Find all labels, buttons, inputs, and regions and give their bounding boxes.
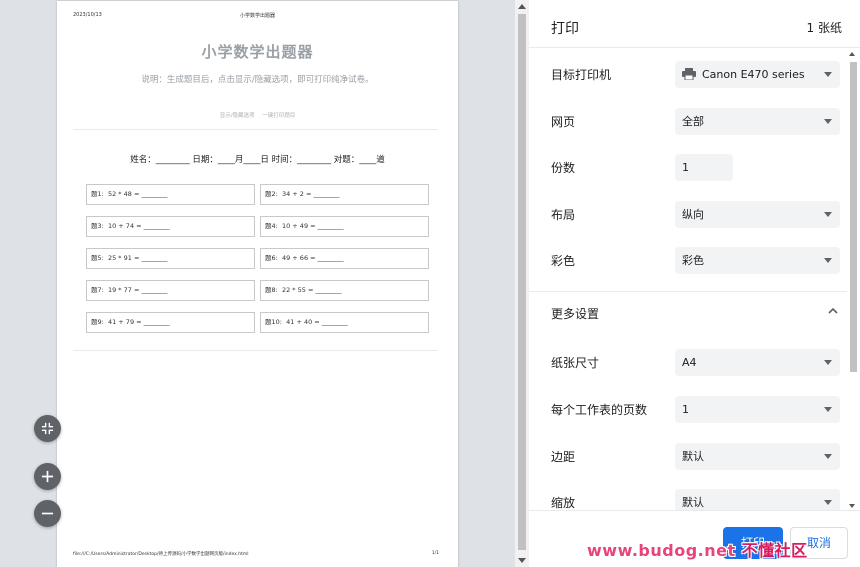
divider [73,350,438,351]
pages-select[interactable]: 全部 [675,108,840,135]
paper-size-label: 纸张尺寸 [551,356,600,370]
question-box: 题7: 19 * 77 = ________ [86,280,255,301]
question-box: 题5: 25 * 91 = ________ [86,248,255,269]
zoom-in-button[interactable] [34,463,61,490]
watermark-name: 不懂社区 [741,541,808,560]
student-info-line: 姓名：________ 日期：____月____日 时间：________ 对题… [130,155,385,165]
layout-label: 布局 [551,208,576,222]
more-settings-toggle[interactable]: 更多设置 [551,305,599,322]
pages-label: 网页 [551,115,576,129]
printer-icon [682,68,696,80]
pages-per-sheet-label: 每个工作表的页数 [551,403,648,417]
watermark-url: www.budog.net [587,541,736,560]
pages-per-sheet-select[interactable]: 1 [675,396,840,423]
color-label: 彩色 [551,254,576,268]
chevron-down-icon [824,500,832,505]
scroll-up-arrow-icon[interactable] [518,4,526,9]
minus-icon [41,512,54,515]
divider [529,47,860,48]
question-box: 题1: 52 * 48 = ________ [86,184,255,205]
color-value: 彩色 [682,254,704,267]
paper-size-value: A4 [682,356,697,369]
preview-page: 2023/10/13 小学数学出题器 小学数学出题器 说明：生成题目后，点击显示… [57,1,458,567]
scale-value: 默认 [682,496,704,509]
settings-scrollbar[interactable] [847,48,860,510]
destination-value: Canon E470 series [702,68,805,81]
pages-value: 全部 [682,115,704,128]
margins-select[interactable]: 默认 [675,443,840,470]
toggle-options-link: 显示/隐藏选项 [219,113,255,119]
print-title: 打印 [551,21,579,37]
layout-value: 纵向 [682,208,704,221]
scroll-down-arrow-icon[interactable] [518,558,526,563]
question-box: 题8: 22 * 55 = ________ [260,280,429,301]
zoom-out-button[interactable] [34,500,61,527]
chevron-down-icon [824,119,832,124]
print-settings-panel: 打印 1 张纸 目标打印机 Canon E470 series 网页 全部 份数… [529,0,860,567]
document-description: 说明：生成题目后，点击显示/隐藏选项，即可打印纯净试卷。 [141,75,374,85]
chevron-down-icon [824,258,832,263]
scroll-down-arrow-icon[interactable] [849,504,855,508]
margins-value: 默认 [682,450,704,463]
plus-icon [41,470,54,483]
scrollbar-thumb[interactable] [850,62,857,372]
pages-per-sheet-value: 1 [682,403,689,416]
layout-select[interactable]: 纵向 [675,201,840,228]
question-box: 题6: 49 + 66 = ________ [260,248,429,269]
document-title: 小学数学出题器 [201,43,314,61]
chevron-down-icon [824,360,832,365]
paper-size-select[interactable]: A4 [675,349,840,376]
preview-scrollbar[interactable] [515,0,529,567]
color-select[interactable]: 彩色 [675,247,840,274]
copies-input[interactable]: 1 [675,154,733,181]
chevron-down-icon [824,212,832,217]
site-watermark: www.budog.net 不懂社区 [587,537,808,561]
question-box: 题2: 34 + 2 = ________ [260,184,429,205]
print-preview-area: 2023/10/13 小学数学出题器 小学数学出题器 说明：生成题目后，点击显示… [0,0,515,567]
divider [73,129,438,130]
chevron-down-icon [824,454,832,459]
question-box: 题3: 10 + 74 = ________ [86,216,255,237]
page-footer-number: 1/1 [431,551,439,556]
divider [529,291,860,292]
chevron-down-icon [824,72,832,77]
print-questions-link: 一键打印题目 [262,113,296,119]
document-links: 显示/隐藏选项 一键打印题目 [57,111,458,119]
scale-label: 缩放 [551,496,576,510]
question-box: 题10: 41 + 40 = ________ [260,312,429,333]
chevron-up-icon[interactable] [828,307,838,314]
margins-label: 边距 [551,450,576,464]
fit-to-page-button[interactable] [34,415,61,442]
sheet-count: 1 张纸 [806,21,842,35]
page-footer-path: file:///C:/Users/Administrator/Desktop/待… [73,552,249,557]
destination-select[interactable]: Canon E470 series [675,61,840,88]
chevron-down-icon [824,407,832,412]
copies-label: 份数 [551,161,576,175]
question-box: 题4: 10 + 49 = ________ [260,216,429,237]
fit-to-page-icon [41,422,54,435]
page-header-title: 小学数学出题器 [239,13,275,19]
question-box: 题9: 41 + 79 = ________ [86,312,255,333]
destination-label: 目标打印机 [551,68,612,82]
scroll-up-arrow-icon[interactable] [849,52,855,56]
scrollbar-thumb[interactable] [518,14,526,550]
